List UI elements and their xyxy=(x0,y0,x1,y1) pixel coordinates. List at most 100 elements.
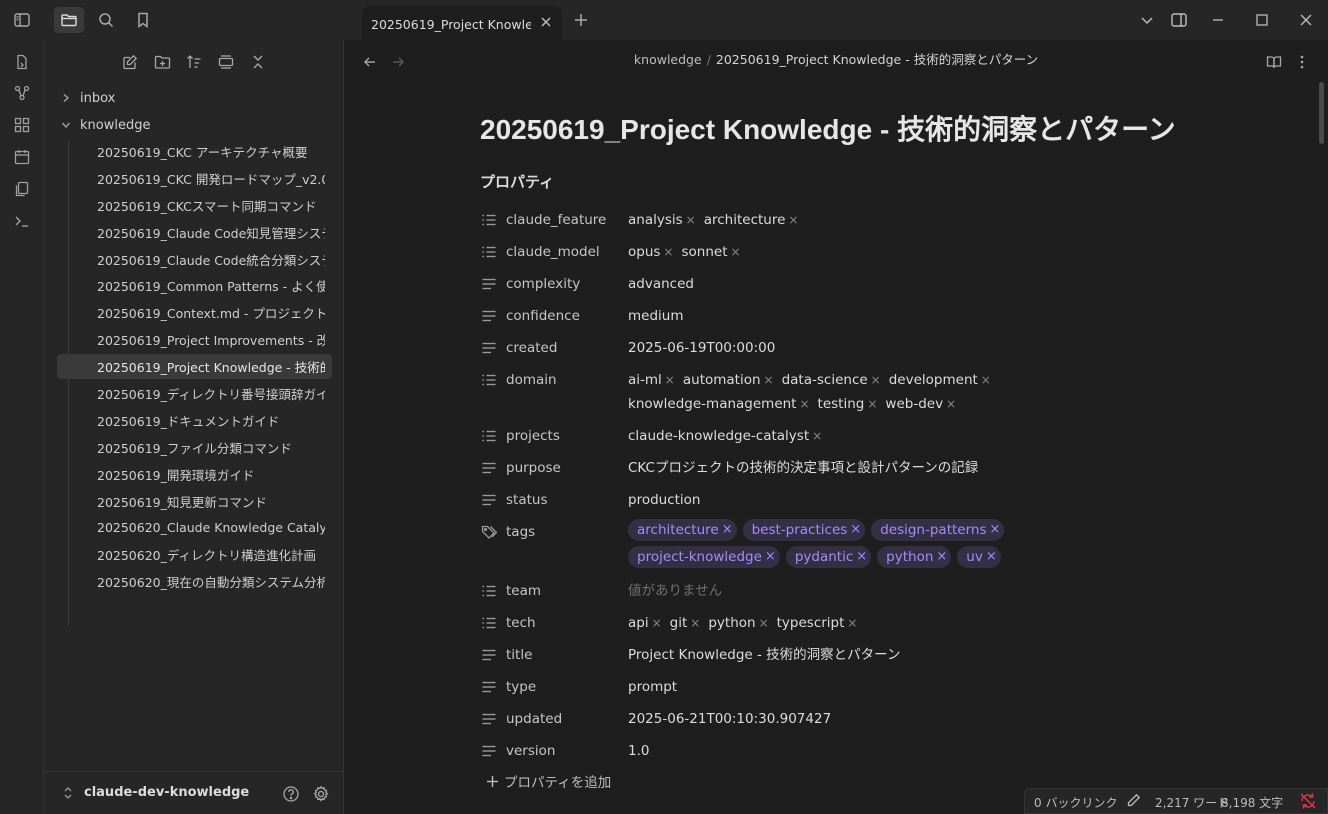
property-value[interactable]: architecture × best-practices × design-patte… xyxy=(628,519,1168,573)
remove-tag-x-icon[interactable]: × xyxy=(990,519,1001,541)
properties-heading[interactable]: プロパティ xyxy=(480,171,554,192)
graph-view-icon[interactable] xyxy=(10,81,34,105)
list-value-pill[interactable]: web-dev × xyxy=(885,392,956,416)
vault-name[interactable]: claude-dev-knowledge xyxy=(84,785,249,800)
property-key[interactable]: updated xyxy=(480,707,628,731)
bookmark-icon[interactable] xyxy=(128,7,158,33)
file-item[interactable]: 20250619_Project Improvements - 改善点 xyxy=(57,327,332,352)
list-value-pill[interactable]: opus × xyxy=(628,240,673,264)
remove-x-icon[interactable]: × xyxy=(663,240,673,264)
list-value-pill[interactable]: automation × xyxy=(683,368,774,392)
remove-x-icon[interactable]: × xyxy=(871,368,881,392)
list-icon[interactable] xyxy=(480,243,498,261)
collapse-all-icon[interactable] xyxy=(246,50,270,74)
property-value[interactable]: 2025-06-19T00:00:00 xyxy=(628,336,1168,360)
file-item-selected[interactable]: 20250619_Project Knowledge - 技術的洞察とパターン xyxy=(57,354,332,379)
list-value-pill[interactable]: sonnet × xyxy=(681,240,740,264)
remove-x-icon[interactable]: × xyxy=(981,368,991,392)
property-value[interactable]: CKCプロジェクトの技術的決定事項と設計パターンの記録 xyxy=(628,456,1168,480)
window-close-icon[interactable] xyxy=(1294,8,1318,32)
property-value[interactable]: medium xyxy=(628,304,1168,328)
open-quick-switcher-icon[interactable] xyxy=(10,50,34,74)
property-value[interactable]: Project Knowledge - 技術的洞察とパターン xyxy=(628,643,1168,667)
new-tab-plus-icon[interactable] xyxy=(571,10,591,30)
property-key[interactable]: type xyxy=(480,675,628,699)
tag-pill[interactable]: project-knowledge × xyxy=(628,546,780,568)
list-value-pill[interactable]: ai-ml × xyxy=(628,368,675,392)
auto-reveal-icon[interactable] xyxy=(214,50,238,74)
file-item[interactable]: 20250619_ファイル分類コマンド xyxy=(57,435,332,460)
list-value-pill[interactable]: git × xyxy=(670,611,701,635)
text-icon[interactable] xyxy=(480,459,498,477)
folder-knowledge[interactable]: knowledge xyxy=(56,113,150,137)
sort-icon[interactable] xyxy=(182,50,206,74)
text-icon[interactable] xyxy=(480,339,498,357)
tag-pill[interactable]: python × xyxy=(877,546,952,568)
property-text-value[interactable]: 2025-06-21T00:10:30.907427 xyxy=(628,711,831,727)
tag-pill[interactable]: uv × xyxy=(957,546,1001,568)
scrollbar-thumb[interactable] xyxy=(1319,82,1324,144)
remove-x-icon[interactable]: × xyxy=(946,392,956,416)
remove-tag-x-icon[interactable]: × xyxy=(850,519,861,541)
list-value-pill[interactable]: analysis × xyxy=(628,208,696,232)
property-text-value[interactable]: advanced xyxy=(628,276,694,292)
property-value[interactable]: claude-knowledge-catalyst × xyxy=(628,424,1168,448)
list-icon[interactable] xyxy=(480,614,498,632)
file-item[interactable]: 20250619_Common Patterns - よく使うパターン xyxy=(57,273,332,298)
property-value[interactable]: api × git × python × typescript × xyxy=(628,611,1168,635)
remove-x-icon[interactable]: × xyxy=(665,368,675,392)
text-icon[interactable] xyxy=(480,307,498,325)
maximize-icon[interactable] xyxy=(1250,8,1274,32)
list-value-pill[interactable]: testing × xyxy=(818,392,878,416)
property-value[interactable]: 1.0 xyxy=(628,739,1168,763)
remove-x-icon[interactable]: × xyxy=(847,611,857,635)
remove-tag-x-icon[interactable]: × xyxy=(722,519,733,541)
property-key[interactable]: created xyxy=(480,336,628,360)
property-key[interactable]: status xyxy=(480,488,628,512)
property-key[interactable]: purpose xyxy=(480,456,628,480)
tag-pill[interactable]: best-practices × xyxy=(742,519,866,541)
text-icon[interactable] xyxy=(480,646,498,664)
list-value-pill[interactable]: api × xyxy=(628,611,662,635)
minimize-icon[interactable] xyxy=(1206,8,1230,32)
remove-x-icon[interactable]: × xyxy=(686,208,696,232)
backlinks-count[interactable]: 0 バックリンク xyxy=(1034,794,1117,811)
file-item[interactable]: 20250619_Claude Code知見管理システム xyxy=(57,220,332,245)
sidebar-toggle-icon[interactable] xyxy=(7,7,37,33)
property-key[interactable]: domain xyxy=(480,368,628,392)
chevron-up-down-icon[interactable] xyxy=(60,784,76,802)
property-value[interactable]: ai-ml × automation × data-science × developmen… xyxy=(628,368,1168,416)
text-icon[interactable] xyxy=(480,491,498,509)
more-options-icon[interactable] xyxy=(1290,50,1314,74)
remove-x-icon[interactable]: × xyxy=(652,611,662,635)
tags-icon[interactable] xyxy=(480,523,498,541)
property-value[interactable]: 2025-06-21T00:10:30.907427 xyxy=(628,707,1168,731)
property-text-value[interactable]: Project Knowledge - 技術的洞察とパターン xyxy=(628,647,900,663)
property-value[interactable]: production xyxy=(628,488,1168,512)
file-item[interactable]: 20250619_Context.md - プロジェクトコンテキスト xyxy=(57,300,332,325)
list-icon[interactable] xyxy=(480,371,498,389)
sync-error-icon[interactable] xyxy=(1299,792,1317,813)
property-text-value[interactable]: production xyxy=(628,492,701,508)
right-sidebar-toggle-icon[interactable] xyxy=(1167,8,1191,32)
file-item[interactable]: 20250619_知見更新コマンド xyxy=(57,489,332,514)
property-key[interactable]: title xyxy=(480,643,628,667)
list-icon[interactable] xyxy=(480,582,498,600)
property-value[interactable]: opus × sonnet × xyxy=(628,240,1168,264)
file-item[interactable]: 20250619_CKCスマート同期コマンド xyxy=(57,193,332,218)
property-value[interactable]: 値がありません xyxy=(628,579,1168,603)
list-value-pill[interactable]: claude-knowledge-catalyst × xyxy=(628,424,822,448)
remove-tag-x-icon[interactable]: × xyxy=(936,546,947,568)
help-icon[interactable] xyxy=(280,783,302,805)
terminal-icon[interactable] xyxy=(10,209,34,233)
remove-x-icon[interactable]: × xyxy=(867,392,877,416)
list-icon[interactable] xyxy=(480,211,498,229)
breadcrumb-current[interactable]: 20250619_Project Knowledge - 技術的洞察とパターン xyxy=(716,52,1038,67)
remove-x-icon[interactable]: × xyxy=(764,368,774,392)
property-value[interactable]: analysis × architecture × xyxy=(628,208,1168,232)
folder-inbox[interactable]: inbox xyxy=(56,86,115,110)
calendar-icon[interactable] xyxy=(10,145,34,169)
text-icon[interactable] xyxy=(480,742,498,760)
tag-pill[interactable]: design-patterns × xyxy=(871,519,1005,541)
property-text-value[interactable]: 1.0 xyxy=(628,743,649,759)
